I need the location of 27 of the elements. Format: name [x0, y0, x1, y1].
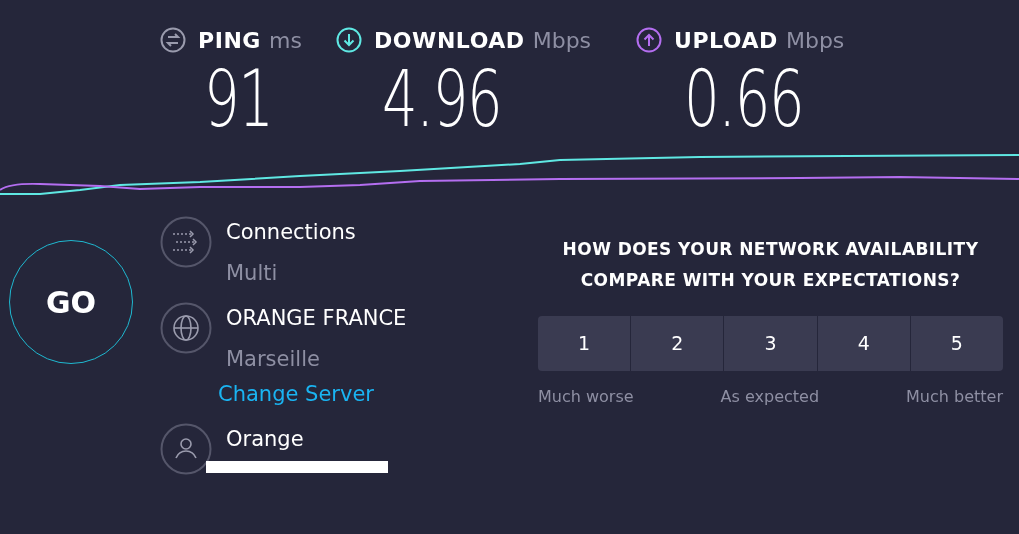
metric-label: UPLOAD [674, 26, 778, 55]
detail-subtitle: Multi [226, 260, 279, 287]
scale-label: Much better [906, 386, 1003, 408]
detail-title: ORANGE FRANCE [226, 305, 407, 332]
detail-title: Connections [226, 219, 356, 246]
metric-unit: ms [269, 26, 302, 55]
connections-icon [160, 216, 212, 268]
metric-label: DOWNLOAD [374, 26, 525, 55]
detail-subtitle: Marseille [226, 346, 321, 373]
globe-icon [160, 302, 212, 354]
change-server-link[interactable]: Change Server [218, 379, 407, 409]
metric-label: PING [198, 26, 261, 55]
rating-option[interactable]: 5 [910, 316, 1003, 371]
detail-title: Orange [226, 426, 305, 453]
metric-value: 0.66 [684, 54, 804, 144]
survey-question: HOW DOES YOUR NETWORK AVAILABILITY COMPARE WITH YOUR EXPECTATIONS? [561, 238, 980, 292]
scale-label: Much worse [538, 386, 634, 408]
rating-option[interactable]: 1 [538, 316, 631, 371]
metric-unit: Mbps [785, 26, 845, 55]
rating-option[interactable]: 2 [631, 316, 724, 371]
rating-option[interactable]: 3 [724, 316, 817, 371]
user-icon [160, 423, 212, 475]
rating-option[interactable]: 4 [817, 316, 910, 371]
metric-value: 4.96 [382, 54, 502, 144]
scale-label: As expected [720, 386, 820, 408]
metric-unit: Mbps [532, 26, 592, 55]
metric-value: 91 [204, 54, 273, 144]
